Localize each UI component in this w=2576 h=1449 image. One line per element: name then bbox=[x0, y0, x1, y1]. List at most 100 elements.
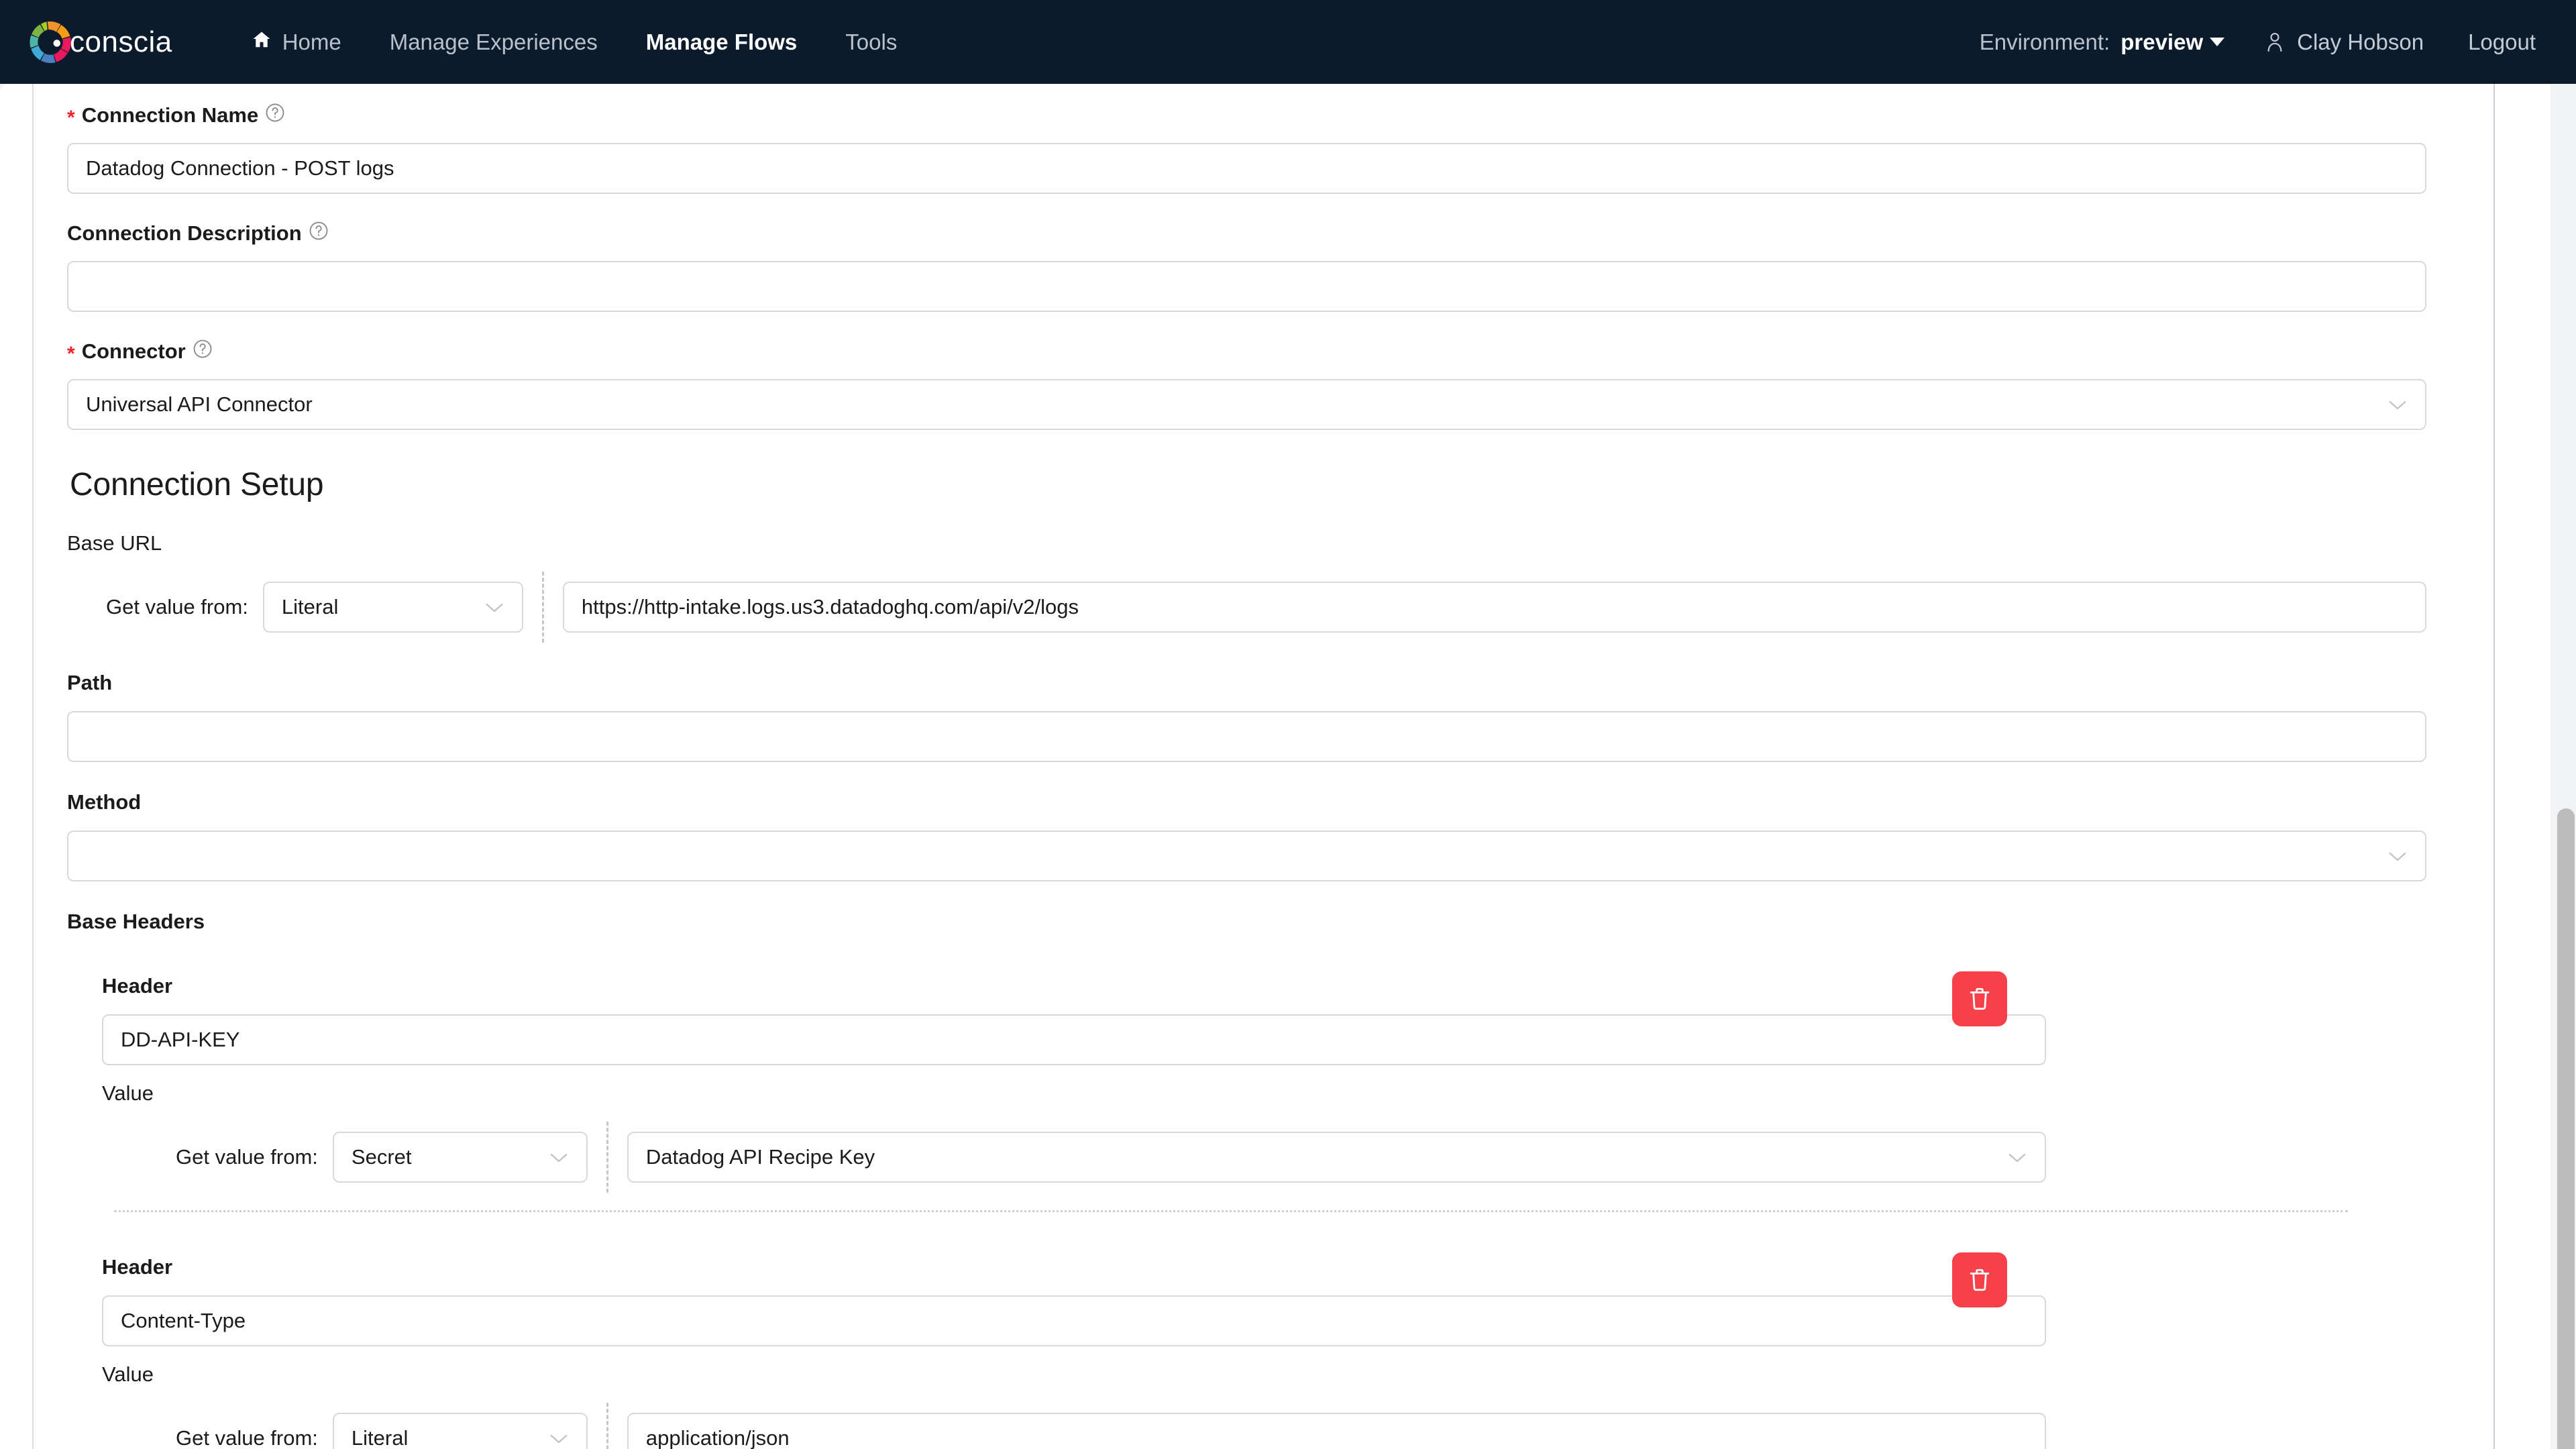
connector-label: Connector bbox=[81, 339, 186, 363]
value-source-divider bbox=[606, 1122, 608, 1193]
base-headers-list: Header Value Get value from: Secret bbox=[67, 950, 2426, 1449]
base-url-value-wrap bbox=[562, 582, 2426, 633]
top-navbar: conscia Home Manage Experiences Manage F… bbox=[0, 0, 2576, 84]
environment-value-text: preview bbox=[2121, 29, 2204, 54]
nav-item-manage-experiences[interactable]: Manage Experiences bbox=[366, 30, 622, 55]
nav-item-manage-flows-label: Manage Flows bbox=[645, 29, 798, 54]
nav-item-tools[interactable]: Tools bbox=[821, 30, 921, 55]
connection-setup-title: Connection Setup bbox=[70, 467, 324, 502]
header-name-input[interactable] bbox=[102, 1014, 2046, 1065]
field-path: Path bbox=[67, 671, 2426, 762]
base-url-source-value: Literal bbox=[281, 595, 339, 619]
connector-select[interactable]: Universal API Connector bbox=[67, 379, 2426, 430]
field-connector: * Connector Universal API Connector bbox=[67, 339, 2426, 430]
value-source-divider bbox=[541, 572, 544, 643]
header-value-select[interactable]: Datadog API Recipe Key bbox=[627, 1132, 2046, 1183]
brand-name: conscia bbox=[70, 25, 172, 58]
page-body: * Connection Name Connection Descripti bbox=[0, 84, 2576, 1449]
connection-form-content: * Connection Name Connection Descripti bbox=[34, 84, 2493, 1449]
base-header-item-body: Header Value Get value from: Literal bbox=[67, 1255, 2046, 1449]
chevron-down-icon bbox=[549, 1145, 569, 1169]
environment-selector[interactable]: Environment: preview bbox=[1980, 30, 2265, 55]
header-name-label: Header bbox=[102, 1255, 173, 1279]
header-value-label: Value bbox=[102, 1081, 154, 1105]
nav-item-manage-experiences-label: Manage Experiences bbox=[389, 29, 598, 54]
chevron-down-icon bbox=[2387, 392, 2408, 417]
method-label: Method bbox=[67, 790, 142, 814]
trash-icon bbox=[1968, 1267, 1992, 1293]
delete-header-button[interactable] bbox=[1952, 1252, 2007, 1307]
header-value-wrap bbox=[627, 1413, 2046, 1449]
connector-label-row: * Connector bbox=[67, 339, 2426, 364]
connection-description-label-row: Connection Description bbox=[67, 221, 2426, 246]
base-url-value-source-row: Get value from: Literal bbox=[67, 572, 2426, 643]
logout-button[interactable]: Logout bbox=[2468, 30, 2536, 55]
connection-name-label-row: * Connection Name bbox=[67, 103, 2426, 128]
field-connection-name: * Connection Name bbox=[67, 103, 2426, 194]
header-value-source-row: Get value from: Secret Datadog API Recip… bbox=[102, 1122, 2046, 1193]
trash-icon bbox=[1968, 986, 1992, 1012]
header-value-select-value: Datadog API Recipe Key bbox=[645, 1145, 875, 1169]
base-url-input[interactable] bbox=[562, 582, 2426, 633]
chevron-down-icon bbox=[549, 1426, 569, 1449]
field-method: Method bbox=[67, 790, 2426, 881]
vertical-scrollbar-thumb[interactable] bbox=[2557, 808, 2575, 1449]
base-header-item: Header Value Get value from: Literal bbox=[67, 1231, 2426, 1449]
primary-nav: Home Manage Experiences Manage Flows Too… bbox=[227, 30, 922, 55]
brand-logo-link[interactable]: conscia bbox=[27, 19, 172, 66]
value-source-divider bbox=[606, 1403, 608, 1449]
left-rail bbox=[0, 84, 34, 1449]
base-header-item-body: Header Value Get value from: Secret bbox=[67, 974, 2046, 1193]
chevron-down-icon bbox=[484, 595, 504, 619]
header-source-value: Literal bbox=[351, 1426, 409, 1449]
connection-description-input[interactable] bbox=[67, 261, 2426, 312]
base-url-label: Base URL bbox=[67, 531, 162, 555]
scrollbar-region bbox=[2551, 84, 2576, 1449]
vertical-scrollbar-track[interactable] bbox=[2556, 84, 2576, 1449]
question-circle-icon bbox=[265, 103, 285, 128]
home-icon bbox=[252, 30, 272, 55]
nav-item-home[interactable]: Home bbox=[227, 30, 366, 55]
header-name-input[interactable] bbox=[102, 1295, 2046, 1346]
header-value-label: Value bbox=[102, 1362, 154, 1386]
path-label: Path bbox=[67, 671, 113, 694]
header-source-value: Secret bbox=[351, 1145, 412, 1169]
navbar-right-section: Environment: preview Clay Hobson Logout bbox=[1980, 30, 2536, 55]
header-source-select[interactable]: Secret bbox=[332, 1132, 588, 1183]
connector-select-value: Universal API Connector bbox=[86, 392, 313, 416]
connection-name-label: Connection Name bbox=[81, 103, 259, 127]
base-header-item: Header Value Get value from: Secret bbox=[67, 950, 2426, 1231]
question-circle-icon bbox=[193, 339, 213, 364]
caret-down-icon bbox=[2210, 38, 2225, 46]
header-item-separator bbox=[114, 1210, 2348, 1212]
method-select[interactable] bbox=[67, 830, 2426, 881]
chevron-down-icon bbox=[2007, 1145, 2027, 1169]
right-gutter bbox=[2493, 84, 2551, 1449]
connection-description-label: Connection Description bbox=[67, 221, 302, 245]
environment-label: Environment: bbox=[1979, 29, 2110, 54]
header-get-value-from-label: Get value from: bbox=[176, 1145, 318, 1169]
user-name: Clay Hobson bbox=[2297, 29, 2424, 54]
base-headers-label: Base Headers bbox=[67, 910, 205, 933]
chevron-down-icon bbox=[2387, 844, 2408, 868]
connection-name-input[interactable] bbox=[67, 143, 2426, 194]
conscia-ring-logo-icon bbox=[27, 19, 74, 66]
delete-header-button[interactable] bbox=[1952, 971, 2007, 1026]
base-url-get-value-from-label: Get value from: bbox=[106, 595, 248, 619]
person-icon bbox=[2265, 31, 2285, 54]
user-menu[interactable]: Clay Hobson bbox=[2265, 30, 2468, 55]
field-connection-description: Connection Description bbox=[67, 221, 2426, 312]
field-base-url: Base URL Get value from: Literal bbox=[67, 531, 2426, 643]
nav-item-manage-flows[interactable]: Manage Flows bbox=[622, 30, 822, 55]
header-value-source-row: Get value from: Literal bbox=[102, 1403, 2046, 1449]
environment-value: preview bbox=[2121, 29, 2225, 55]
section-base-headers: Base Headers Header DD-API-KEY Value Get… bbox=[67, 910, 2426, 1449]
question-circle-icon bbox=[309, 221, 329, 246]
path-input[interactable] bbox=[67, 711, 2426, 762]
header-value-input[interactable] bbox=[627, 1413, 2046, 1449]
header-source-select[interactable]: Literal bbox=[332, 1413, 588, 1449]
base-url-source-select[interactable]: Literal bbox=[262, 582, 523, 633]
header-get-value-from-label: Get value from: bbox=[176, 1426, 318, 1449]
connection-form-panel: * Connection Name Connection Descripti bbox=[34, 84, 2493, 1449]
required-asterisk-icon: * bbox=[67, 343, 75, 365]
